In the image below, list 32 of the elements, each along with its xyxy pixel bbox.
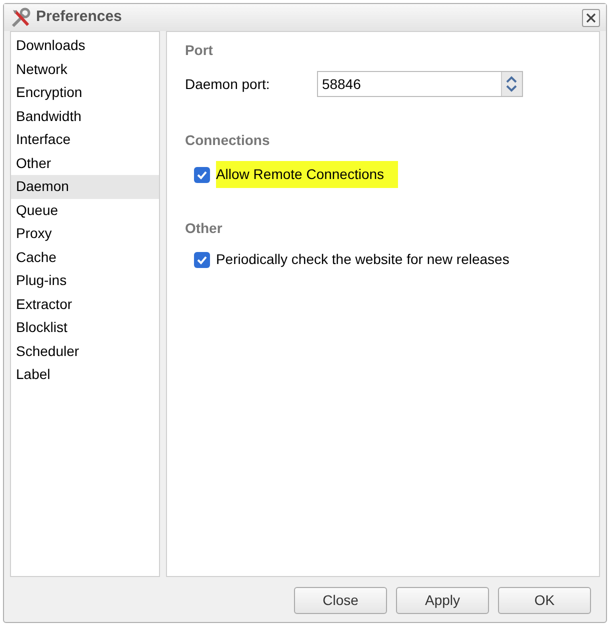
sidebar-item[interactable]: Extractor (11, 292, 159, 316)
checkbox[interactable] (194, 252, 210, 268)
sidebar-item[interactable]: Scheduler (11, 340, 159, 363)
sidebar-item[interactable]: Plug-ins (11, 269, 159, 292)
section-heading: Connections (184, 131, 271, 150)
sidebar-item[interactable]: Proxy (11, 222, 159, 246)
sidebar-item[interactable]: Cache (11, 246, 159, 269)
dialog-button[interactable]: OK (498, 586, 591, 614)
sidebar-item[interactable]: Bandwidth (11, 104, 159, 128)
checkmark-icon (196, 254, 208, 266)
checkbox-label: Periodically check the website for new releases (216, 250, 510, 269)
section-heading: Other (184, 219, 224, 238)
sidebar-item[interactable]: Blocklist (11, 316, 159, 340)
sidebar-item[interactable]: Network (11, 58, 159, 81)
dialog-button[interactable]: Close (294, 586, 387, 614)
dialog-button[interactable]: Apply (396, 586, 489, 614)
close-icon[interactable] (582, 8, 600, 26)
sidebar-item[interactable]: Interface (11, 128, 159, 152)
sidebar-item[interactable]: Downloads (11, 34, 159, 58)
window-title: Preferences (36, 7, 122, 28)
field-label: Daemon port: (184, 74, 271, 94)
sidebar-item[interactable]: Label (11, 363, 159, 386)
checkmark-icon (196, 168, 208, 180)
checkbox-label: Allow Remote Connections (216, 161, 398, 188)
checkbox[interactable] (194, 166, 210, 182)
section-heading: Port (184, 41, 214, 60)
sidebar-item[interactable]: Other (11, 152, 159, 175)
sidebar-item[interactable]: Encryption (11, 81, 159, 104)
tools-icon (10, 6, 32, 28)
sidebar-item[interactable]: Queue (11, 198, 159, 222)
sidebar-item[interactable]: Daemon (11, 175, 159, 198)
port-spinner[interactable]: 58846 (316, 71, 523, 97)
